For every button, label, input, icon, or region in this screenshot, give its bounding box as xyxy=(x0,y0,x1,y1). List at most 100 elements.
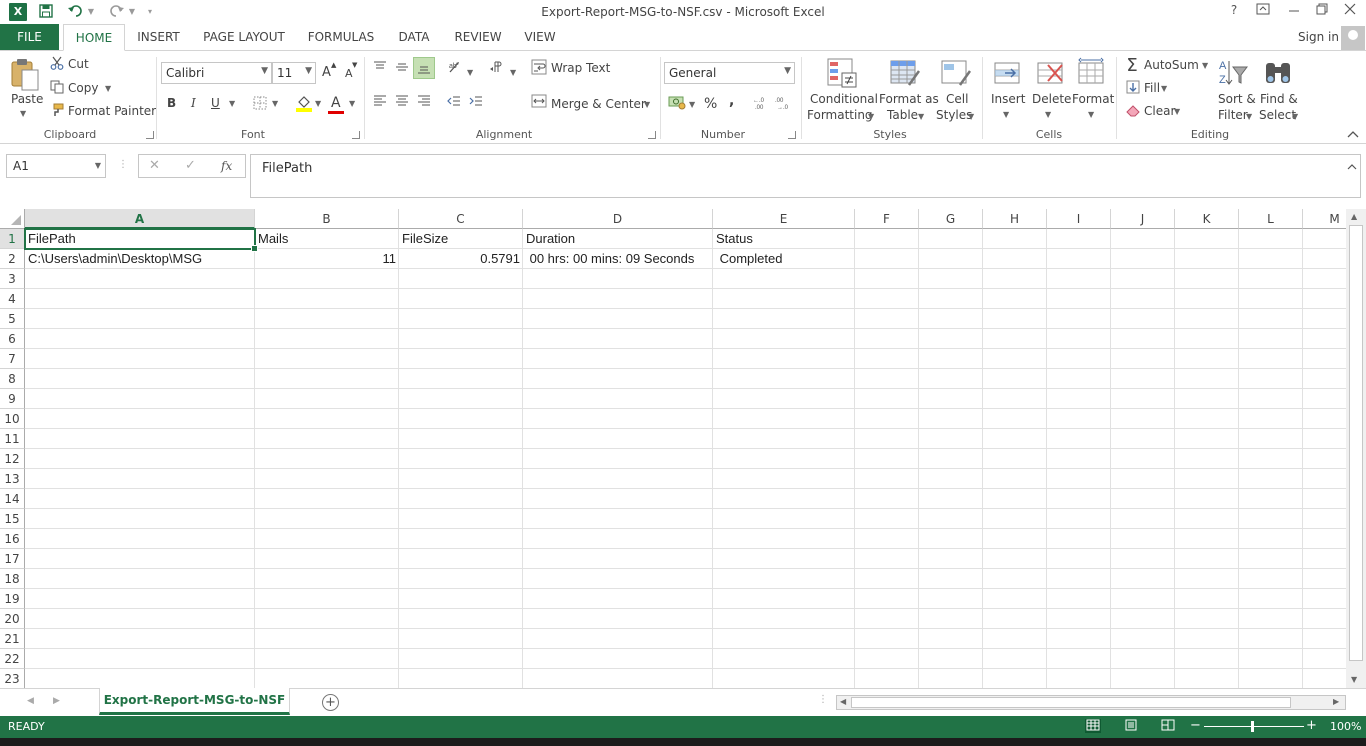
autosum-dropdown-icon[interactable]: ▼ xyxy=(1202,61,1208,70)
cell-styles-icon[interactable] xyxy=(940,57,972,89)
format-as-table-icon[interactable] xyxy=(889,57,921,89)
font-color-button[interactable]: A xyxy=(331,95,341,111)
tab-page-layout[interactable]: PAGE LAYOUT xyxy=(196,24,292,50)
row-header-13[interactable]: 13 xyxy=(0,469,25,489)
ribbon-display-options-icon[interactable] xyxy=(1253,3,1273,18)
autosum-button[interactable]: AutoSum xyxy=(1144,58,1199,72)
zoom-level[interactable]: 100% xyxy=(1330,720,1361,733)
paste-dropdown-icon[interactable]: ▼ xyxy=(20,109,26,118)
format-painter-icon[interactable] xyxy=(50,103,64,121)
row-header-16[interactable]: 16 xyxy=(0,529,25,549)
horizontal-scrollbar[interactable]: ◀ ▶ xyxy=(836,695,1346,710)
autosum-icon[interactable]: Σ xyxy=(1124,55,1140,76)
cell-styles-label-2[interactable]: Styles xyxy=(936,108,972,122)
sort-filter-label-2[interactable]: Filter xyxy=(1218,108,1248,122)
sort-filter-icon[interactable]: AZ xyxy=(1217,57,1249,89)
page-break-preview-icon[interactable] xyxy=(1160,719,1176,733)
normal-view-icon[interactable] xyxy=(1085,719,1101,733)
row-header-19[interactable]: 19 xyxy=(0,589,25,609)
collapse-ribbon-icon[interactable] xyxy=(1347,127,1359,141)
cancel-icon[interactable]: ✕ xyxy=(149,158,160,173)
formula-input[interactable]: FilePath xyxy=(250,154,1361,198)
conditional-dropdown-icon[interactable]: ▼ xyxy=(868,112,874,121)
cell-a2[interactable]: C:\Users\admin\Desktop\MSG xyxy=(25,249,255,269)
row-header-17[interactable]: 17 xyxy=(0,549,25,569)
tab-insert[interactable]: INSERT xyxy=(131,24,186,50)
zoom-in-button[interactable]: + xyxy=(1306,718,1317,733)
column-header-i[interactable]: I xyxy=(1047,209,1111,229)
font-size-select[interactable]: 11 ▼ xyxy=(272,62,316,84)
column-header-d[interactable]: D xyxy=(523,209,713,229)
copy-icon[interactable] xyxy=(50,80,64,98)
cut-button[interactable]: Cut xyxy=(68,57,89,71)
scroll-up-icon[interactable]: ▲ xyxy=(1351,212,1357,221)
fill-down-icon[interactable] xyxy=(1125,80,1141,98)
accounting-dropdown-icon[interactable]: ▼ xyxy=(689,100,695,109)
conditional-formatting-button[interactable]: Conditional xyxy=(810,92,878,106)
help-button[interactable]: ? xyxy=(1224,3,1244,17)
row-header-1[interactable]: 1 xyxy=(0,229,25,249)
row-header-12[interactable]: 12 xyxy=(0,449,25,469)
borders-dropdown-icon[interactable]: ▼ xyxy=(272,99,278,108)
sort-dropdown-icon[interactable]: ▼ xyxy=(1246,112,1252,121)
row-header-21[interactable]: 21 xyxy=(0,629,25,649)
cell-e1[interactable]: Status xyxy=(713,229,855,249)
binoculars-icon[interactable] xyxy=(1262,57,1294,89)
cell-d2[interactable]: 00 hrs: 00 mins: 09 Seconds xyxy=(523,249,713,269)
bold-button[interactable]: B xyxy=(167,96,176,110)
italic-button[interactable]: I xyxy=(191,96,196,110)
cell-c1[interactable]: FileSize xyxy=(399,229,523,249)
column-header-b[interactable]: B xyxy=(255,209,399,229)
vertical-scroll-thumb[interactable] xyxy=(1349,225,1363,661)
tab-file[interactable]: FILE xyxy=(0,24,59,50)
next-sheet-icon[interactable]: ▶ xyxy=(53,696,60,706)
fill-dropdown-icon[interactable]: ▼ xyxy=(1161,84,1167,93)
insert-dropdown-icon[interactable]: ▼ xyxy=(1003,110,1009,119)
row-header-3[interactable]: 3 xyxy=(0,269,25,289)
clear-button[interactable]: Clear xyxy=(1144,104,1175,118)
paste-icon[interactable] xyxy=(9,58,41,91)
sort-filter-button[interactable]: Sort & xyxy=(1218,92,1256,106)
fill-button[interactable]: Fill xyxy=(1144,81,1160,95)
page-layout-view-icon[interactable] xyxy=(1123,719,1139,733)
clipboard-launcher-icon[interactable] xyxy=(146,131,154,139)
clear-dropdown-icon[interactable]: ▼ xyxy=(1174,107,1180,116)
format-as-table-label-2[interactable]: Table xyxy=(887,108,918,122)
sign-in-link[interactable]: Sign in xyxy=(1298,30,1339,44)
accounting-format-icon[interactable] xyxy=(668,94,686,114)
column-header-a[interactable]: A xyxy=(25,209,255,229)
column-header-h[interactable]: H xyxy=(983,209,1047,229)
align-middle-icon[interactable] xyxy=(394,61,410,77)
cut-icon[interactable] xyxy=(50,56,64,74)
cell-c2[interactable]: 0.5791 xyxy=(399,249,523,269)
format-cells-icon[interactable] xyxy=(1075,57,1107,89)
row-header-5[interactable]: 5 xyxy=(0,309,25,329)
fill-color-icon[interactable] xyxy=(295,94,313,116)
merge-center-icon[interactable] xyxy=(531,94,547,112)
row-header-15[interactable]: 15 xyxy=(0,509,25,529)
conditional-formatting-label-2[interactable]: Formatting xyxy=(807,108,873,122)
delete-cells-icon[interactable] xyxy=(1034,57,1066,89)
tab-home[interactable]: HOME xyxy=(63,24,125,51)
tab-view[interactable]: VIEW xyxy=(517,24,563,50)
merge-center-button[interactable]: Merge & Center xyxy=(551,97,646,111)
format-dropdown-icon[interactable]: ▼ xyxy=(1088,110,1094,119)
insert-function-button[interactable]: fx xyxy=(221,159,232,173)
scroll-down-icon[interactable]: ▼ xyxy=(1351,675,1357,684)
row-header-9[interactable]: 9 xyxy=(0,389,25,409)
text-direction-icon[interactable] xyxy=(488,60,506,78)
column-header-j[interactable]: J xyxy=(1111,209,1175,229)
wrap-text-button[interactable]: Wrap Text xyxy=(551,61,610,75)
horizontal-scroll-thumb[interactable] xyxy=(851,697,1291,708)
number-launcher-icon[interactable] xyxy=(788,131,796,139)
align-right-icon[interactable] xyxy=(416,95,432,111)
cell-area[interactable] xyxy=(25,229,1346,688)
cell-b2[interactable]: 11 xyxy=(255,249,399,269)
delete-cells-button[interactable]: Delete xyxy=(1032,92,1071,106)
row-header-6[interactable]: 6 xyxy=(0,329,25,349)
format-cells-button[interactable]: Format xyxy=(1072,92,1114,106)
new-sheet-button[interactable]: + xyxy=(322,694,339,711)
enter-icon[interactable]: ✓ xyxy=(185,158,196,173)
cell-styles-button[interactable]: Cell xyxy=(946,92,968,106)
minimize-icon[interactable] xyxy=(1284,3,1304,18)
